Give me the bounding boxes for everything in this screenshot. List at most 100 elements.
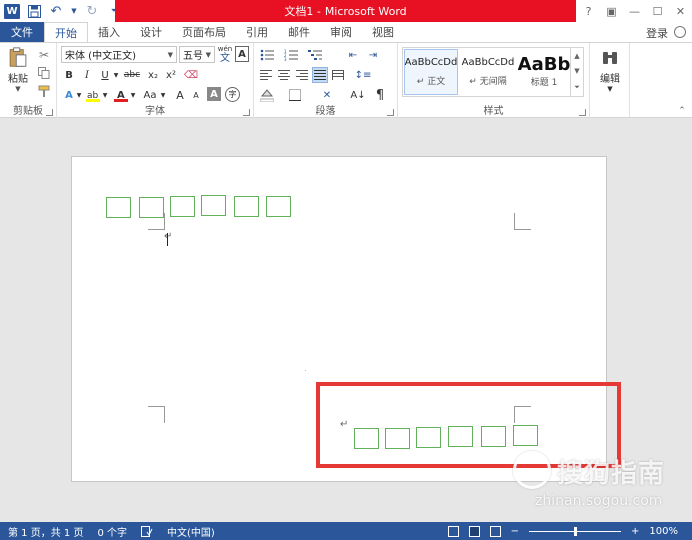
- text-effects-dropdown-icon[interactable]: ▼: [75, 87, 83, 103]
- save-icon[interactable]: [26, 3, 42, 19]
- format-painter-icon[interactable]: [36, 83, 52, 99]
- tab-mailings[interactable]: 邮件: [278, 22, 320, 42]
- sort-icon[interactable]: A↓: [350, 87, 366, 103]
- gallery-scrollbar[interactable]: ▲ ▼ ⏷: [570, 48, 583, 96]
- collapse-ribbon-icon[interactable]: ⌃: [676, 105, 688, 117]
- smiley-icon[interactable]: [674, 26, 686, 38]
- font-launcher-icon[interactable]: [243, 109, 250, 116]
- print-layout-icon[interactable]: [468, 525, 480, 537]
- justify-icon[interactable]: [312, 67, 328, 83]
- postal-code-box[interactable]: [170, 196, 195, 217]
- enclose-characters-button[interactable]: 字: [225, 87, 240, 102]
- minimize-button[interactable]: —: [623, 0, 646, 22]
- page-count[interactable]: 第 1 页，共 1 页: [8, 524, 83, 539]
- gallery-more-icon[interactable]: ⏷: [574, 83, 580, 92]
- bullets-icon[interactable]: [258, 47, 276, 63]
- highlight-dropdown-icon[interactable]: ▼: [101, 87, 109, 103]
- close-button[interactable]: ✕: [669, 0, 692, 22]
- change-case-button[interactable]: Aa: [141, 87, 159, 103]
- crop-mark-top-right: [514, 213, 531, 230]
- strikethrough-button[interactable]: abc: [121, 67, 143, 83]
- undo-icon[interactable]: ↶: [48, 3, 64, 19]
- word-logo-icon[interactable]: W: [4, 3, 20, 19]
- borders-icon[interactable]: [286, 87, 304, 103]
- paragraph-launcher-icon[interactable]: [387, 109, 394, 116]
- font-color-dropdown-icon[interactable]: ▼: [129, 87, 137, 103]
- cut-icon[interactable]: ✂: [36, 47, 52, 63]
- postal-code-box[interactable]: [266, 196, 291, 217]
- word-count[interactable]: 0 个字: [97, 524, 127, 539]
- clipboard-launcher-icon[interactable]: [46, 109, 53, 116]
- change-case-dropdown-icon[interactable]: ▼: [159, 87, 167, 103]
- font-size-combo[interactable]: 五号 ▼: [179, 46, 215, 63]
- redo-icon[interactable]: ↻: [84, 3, 100, 19]
- phonetic-guide-button[interactable]: wén 文: [217, 44, 233, 64]
- zoom-level[interactable]: 100%: [649, 526, 678, 537]
- editing-dropdown-icon: ▼: [607, 85, 613, 93]
- align-left-icon[interactable]: [258, 67, 274, 83]
- editing-group: 编辑 ▼: [590, 43, 630, 119]
- tab-review[interactable]: 审阅: [320, 22, 362, 42]
- gallery-down-icon[interactable]: ▼: [574, 67, 579, 75]
- subscript-button[interactable]: x₂: [145, 67, 161, 83]
- zoom-slider[interactable]: [529, 526, 622, 536]
- tab-page-layout[interactable]: 页面布局: [172, 22, 236, 42]
- numbering-icon[interactable]: 123: [282, 47, 300, 63]
- increase-indent-icon[interactable]: ⇥: [364, 47, 382, 63]
- style-heading-1[interactable]: AaBb 标题 1: [518, 49, 570, 95]
- ribbon-display-button[interactable]: ▣: [600, 0, 623, 22]
- proofing-icon[interactable]: [141, 525, 153, 537]
- undo-dropdown-icon[interactable]: ▼: [70, 3, 78, 19]
- styles-launcher-icon[interactable]: [579, 109, 586, 116]
- multilevel-list-icon[interactable]: [306, 47, 324, 63]
- align-center-icon[interactable]: [276, 67, 292, 83]
- sign-in-link[interactable]: 登录: [646, 25, 668, 41]
- font-name-combo[interactable]: 宋体 (中文正文) ▼: [61, 46, 177, 63]
- character-border-button[interactable]: A: [235, 46, 249, 62]
- tab-references[interactable]: 引用: [236, 22, 278, 42]
- style-no-spacing[interactable]: AaBbCcDd ↵ 无间隔: [460, 49, 516, 95]
- gallery-up-icon[interactable]: ▲: [574, 52, 579, 60]
- shrink-font-button[interactable]: A: [189, 87, 203, 103]
- maximize-button[interactable]: ☐: [646, 0, 669, 22]
- paste-dropdown-icon[interactable]: ▼: [15, 85, 20, 93]
- language-indicator[interactable]: 中文(中国): [167, 524, 215, 539]
- superscript-button[interactable]: x²: [163, 67, 179, 83]
- tab-view[interactable]: 视图: [362, 22, 404, 42]
- tab-file[interactable]: 文件: [0, 22, 44, 42]
- shading-icon[interactable]: [258, 87, 276, 103]
- copy-icon[interactable]: [36, 65, 52, 81]
- decrease-indent-icon[interactable]: ⇤: [344, 47, 362, 63]
- clear-formatting-icon[interactable]: ⌫: [183, 67, 199, 83]
- highlight-color-button[interactable]: ab: [85, 87, 101, 103]
- line-spacing-icon[interactable]: ↕≡: [354, 67, 372, 83]
- underline-dropdown-icon[interactable]: ▼: [112, 67, 120, 83]
- chinese-layout-icon[interactable]: ✕: [318, 87, 336, 103]
- font-color-button[interactable]: A: [113, 87, 129, 103]
- postal-code-box[interactable]: [106, 197, 131, 218]
- tab-insert[interactable]: 插入: [88, 22, 130, 42]
- style-normal[interactable]: AaBbCcDd ↵ 正文: [404, 49, 458, 95]
- grow-font-button[interactable]: A: [173, 87, 187, 103]
- web-layout-icon[interactable]: [489, 525, 501, 537]
- paste-button[interactable]: 粘贴 ▼: [5, 47, 31, 93]
- character-shading-button[interactable]: A: [207, 87, 221, 101]
- postal-code-box[interactable]: [234, 196, 259, 217]
- tab-design[interactable]: 设计: [130, 22, 172, 42]
- zoom-out-button[interactable]: −: [511, 526, 519, 537]
- editing-button[interactable]: 编辑 ▼: [593, 47, 627, 95]
- distributed-icon[interactable]: [330, 67, 346, 83]
- align-right-icon[interactable]: [294, 67, 310, 83]
- tab-home[interactable]: 开始: [44, 22, 88, 42]
- postal-code-box[interactable]: [201, 195, 226, 216]
- help-button[interactable]: ?: [577, 0, 600, 22]
- document-area[interactable]: ↵ ↵ 搜狗指南 zhinan.sogou.com: [0, 119, 692, 522]
- zoom-slider-thumb[interactable]: [574, 526, 578, 536]
- show-marks-icon[interactable]: ¶: [372, 87, 388, 103]
- italic-button[interactable]: I: [79, 67, 95, 83]
- bold-button[interactable]: B: [61, 67, 77, 83]
- underline-button[interactable]: U: [97, 67, 113, 83]
- zoom-in-button[interactable]: +: [631, 526, 639, 537]
- watermark-text: 搜狗指南: [557, 459, 666, 489]
- read-mode-icon[interactable]: [447, 525, 459, 537]
